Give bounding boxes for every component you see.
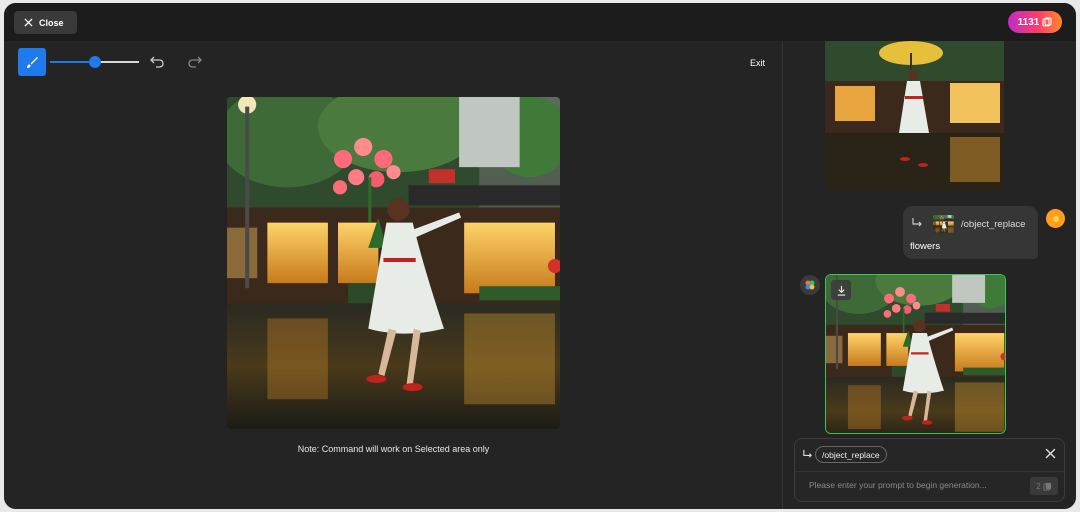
- generated-result-image[interactable]: [825, 274, 1006, 434]
- message-text: flowers: [910, 241, 941, 252]
- brush-tool-button[interactable]: [18, 48, 46, 76]
- reply-arrow-icon: [803, 449, 812, 458]
- edit-canvas-image[interactable]: [227, 97, 560, 429]
- brush-icon: [26, 56, 38, 68]
- editor-panel: Exit Note: Command will work on Selected…: [4, 41, 782, 509]
- brush-size-fill: [50, 61, 95, 63]
- close-button[interactable]: Close: [14, 11, 77, 34]
- exit-button[interactable]: Exit: [750, 58, 765, 68]
- message-command: /object_replace: [961, 219, 1026, 230]
- previous-result-image[interactable]: [825, 41, 1004, 191]
- close-label: Close: [39, 17, 64, 28]
- download-button[interactable]: [831, 280, 851, 300]
- chat-panel: /object_replace flowers /object_replace …: [783, 41, 1076, 509]
- close-icon: [24, 18, 33, 27]
- composer-divider: [795, 471, 1064, 472]
- clear-command-icon[interactable]: [1045, 448, 1056, 459]
- user-message-bubble: /object_replace flowers: [903, 206, 1038, 259]
- coins-icon: [1042, 17, 1052, 27]
- reply-arrow-icon: [912, 218, 922, 227]
- redo-icon[interactable]: [188, 54, 202, 68]
- message-thumbnail: [933, 215, 954, 233]
- send-button[interactable]: 2: [1030, 477, 1058, 495]
- selection-note: Note: Command will work on Selected area…: [297, 444, 490, 454]
- user-avatar: [1046, 209, 1065, 228]
- undo-icon[interactable]: [150, 54, 164, 68]
- coins-icon: [1043, 482, 1051, 491]
- send-cost: 2: [1036, 481, 1041, 491]
- credits-badge[interactable]: 1131: [1008, 11, 1062, 33]
- top-bar: Close 1131: [4, 3, 1076, 41]
- editor-window: Close 1131 Exit Note: Command will work …: [4, 3, 1076, 509]
- download-icon: [837, 285, 845, 296]
- prompt-composer: /object_replace Please enter your prompt…: [794, 438, 1065, 502]
- brush-size-slider[interactable]: [50, 56, 139, 68]
- command-chip[interactable]: /object_replace: [815, 446, 887, 463]
- brush-size-knob[interactable]: [88, 56, 101, 68]
- prompt-input[interactable]: Please enter your prompt to begin genera…: [809, 480, 987, 490]
- credits-count: 1131: [1017, 16, 1040, 28]
- assistant-avatar-icon: [800, 275, 820, 295]
